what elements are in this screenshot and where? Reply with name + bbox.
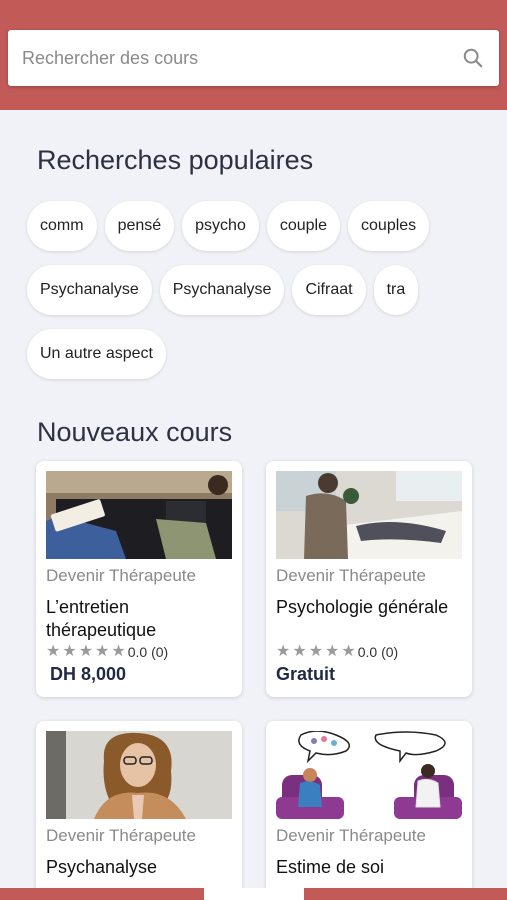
course-category: Devenir Thérapeute [276,826,426,845]
course-category: Devenir Thérapeute [46,826,196,845]
course-card[interactable]: Devenir Thérapeute Psychologie générale … [266,461,472,697]
search-icon[interactable] [461,46,485,70]
search-chip[interactable]: couples [348,201,430,251]
new-courses-title: Nouveaux cours [37,417,233,447]
course-rating: ★ ★ ★ ★ ★ 0.0 (0) [276,643,462,661]
star-icon: ★ [292,643,307,660]
search-input[interactable] [22,47,461,69]
course-thumbnail [46,731,232,819]
popular-chips: comm pensé psycho couple couples Psychan… [27,201,477,379]
star-icon: ★ [95,643,110,660]
star-icon: ★ [325,643,340,660]
course-thumbnail [276,471,462,559]
course-card[interactable]: Devenir Thérapeute L’entretien thérapeut… [36,461,242,697]
course-price: DH 8,000 [50,664,127,684]
search-chip[interactable]: comm [27,201,97,251]
star-icon: ★ [308,643,324,660]
search-chip[interactable]: psycho [182,201,259,251]
bottom-nav-active-tab[interactable] [204,888,304,900]
search-chip[interactable]: tra [373,265,419,315]
star-icon: ★ [62,643,77,660]
course-price: Gratuit [276,664,336,684]
search-chip[interactable]: Psychanalyse [27,265,152,315]
star-icon: ★ [111,643,126,660]
rating-value: 0.0 (0) [127,644,169,660]
course-category: Devenir Thérapeute [276,566,426,585]
search-chip[interactable]: couple [266,201,341,251]
search-bar[interactable] [8,30,499,86]
search-chip[interactable]: pensé [104,201,175,251]
search-chip[interactable]: Un autre aspect [27,329,166,379]
course-rating: ★ ★ ★ ★ ★ 0.0 (0) [46,643,232,661]
course-thumbnail [46,471,232,559]
course-card[interactable]: Devenir Thérapeute Psychanalyse [36,721,242,900]
search-chip[interactable]: Psychanalyse [159,265,285,315]
star-icon: ★ [78,643,94,660]
course-card[interactable]: Devenir Thérapeute Estime de soi [266,721,472,900]
star-icon: ★ [341,643,356,660]
course-title: L’entretien thérapeutique [46,597,157,640]
popular-searches-title: Recherches populaires [37,145,314,175]
rating-value: 0.0 (0) [357,644,399,660]
search-chip[interactable]: Cifraat [292,265,366,315]
course-title: Psychologie générale [276,597,449,617]
star-icon: ★ [46,643,61,660]
star-icon: ★ [276,643,291,660]
course-thumbnail [276,731,462,819]
course-category: Devenir Thérapeute [46,566,196,585]
